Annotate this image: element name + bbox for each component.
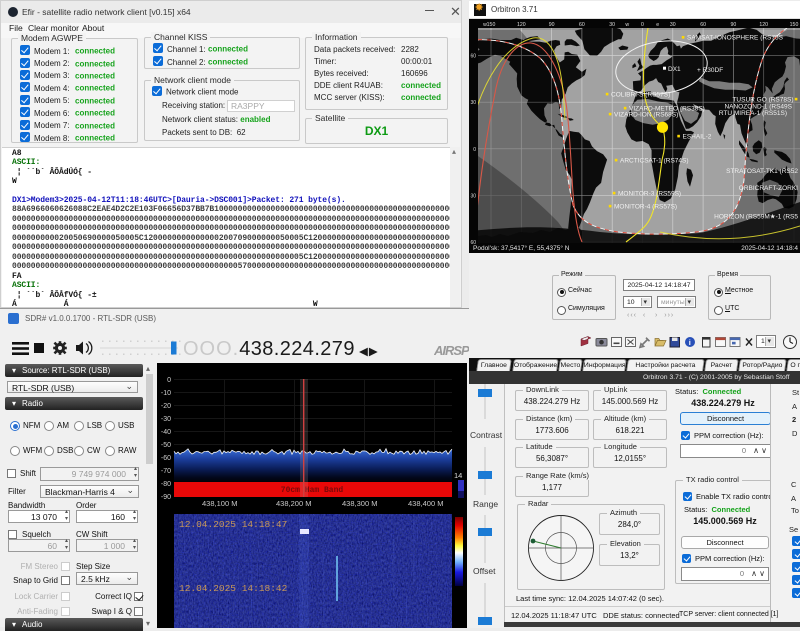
svg-text:-90: -90 [161, 494, 171, 501]
svg-text:438,200 M: 438,200 M [276, 499, 311, 508]
svg-text:e: e [656, 22, 659, 28]
svg-text:COLIBRI-S (RS57S): COLIBRI-S (RS57S) [611, 92, 670, 99]
svg-text:-40: -40 [161, 429, 171, 436]
svg-text:438,100 M: 438,100 M [202, 499, 237, 508]
svg-text:60: 60 [470, 54, 476, 60]
svg-text:14: 14 [454, 471, 462, 480]
svg-text:-10: -10 [161, 390, 171, 397]
svg-text:TUSUR GO (RS78S): TUSUR GO (RS78S) [732, 97, 793, 104]
svg-text:SAMSAT-IONOSPHERE (RS75S: SAMSAT-IONOSPHERE (RS75S [687, 35, 784, 42]
svg-text:-70: -70 [161, 468, 171, 475]
svg-text:120: 120 [517, 22, 526, 28]
svg-text:w: w [625, 22, 629, 28]
svg-text:STRATOSAT-TK1 (RS52: STRATOSAT-TK1 (RS52 [726, 168, 798, 175]
svg-text:60: 60 [579, 22, 585, 28]
svg-text:-30: -30 [161, 416, 171, 423]
svg-text:150: 150 [790, 22, 799, 28]
svg-text:HORIZON (RS59M★-1 (RS5: HORIZON (RS59M★-1 (RS5 [714, 213, 798, 221]
svg-text:ORBICRAFT-ZORKI: ORBICRAFT-ZORKI [739, 185, 798, 192]
svg-text:90: 90 [549, 22, 555, 28]
svg-text:150: 150 [487, 22, 496, 28]
svg-text:-20: -20 [161, 403, 171, 410]
svg-text:0: 0 [167, 377, 171, 384]
svg-text:438,400 M: 438,400 M [408, 499, 443, 508]
svg-text:w: w [483, 22, 487, 28]
svg-text:ARCTICSAT-1 (RS74S): ARCTICSAT-1 (RS74S) [620, 158, 689, 165]
svg-text:RTU MIREA-1 (RS51S): RTU MIREA-1 (RS51S) [719, 110, 787, 117]
svg-text:+ R30DF: + R30DF [697, 67, 723, 74]
svg-text:ESHAIL-2: ESHAIL-2 [683, 134, 712, 141]
svg-text:i: i [689, 338, 691, 347]
svg-text:MONITOR-3 (RS59S): MONITOR-3 (RS59S) [618, 191, 681, 198]
svg-text:-60: -60 [161, 455, 171, 462]
svg-text:120: 120 [759, 22, 768, 28]
svg-text:MONITOR-4 (RS57S): MONITOR-4 (RS57S) [614, 204, 677, 211]
svg-text:30: 30 [470, 100, 476, 106]
svg-text:12.04.2025 14:18:47: 12.04.2025 14:18:47 [179, 519, 287, 530]
svg-text:30: 30 [470, 193, 476, 199]
svg-text:60: 60 [700, 22, 706, 28]
svg-text:90: 90 [731, 22, 737, 28]
svg-text:30: 30 [609, 22, 615, 28]
svg-text:-80: -80 [161, 481, 171, 488]
svg-text:12.04.2025 14:18:42: 12.04.2025 14:18:42 [179, 583, 288, 594]
svg-text:30: 30 [670, 22, 676, 28]
svg-text:70cm Ham Band: 70cm Ham Band [281, 486, 344, 495]
svg-text:DX1: DX1 [668, 66, 681, 73]
svg-text:0: 0 [641, 22, 644, 28]
svg-text:0: 0 [473, 147, 476, 153]
svg-text:-50: -50 [161, 442, 171, 449]
svg-text:VIZARD-ION (RS68S): VIZARD-ION (RS68S) [614, 112, 678, 119]
svg-text:438,300 M: 438,300 M [342, 499, 377, 508]
